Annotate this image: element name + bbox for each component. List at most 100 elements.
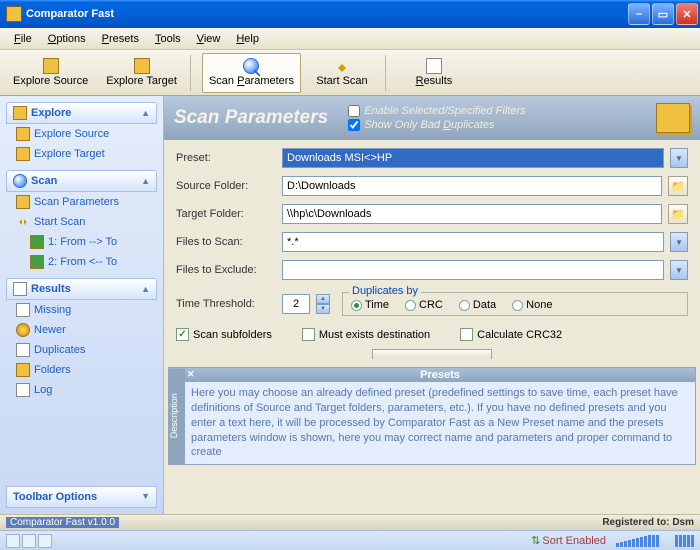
sidebar-item-missing[interactable]: Missing [6, 300, 157, 320]
folder-icon [16, 147, 30, 161]
files-excl-label: Files to Exclude: [176, 264, 276, 276]
dup-crc-radio[interactable]: CRC [405, 299, 443, 311]
toolbar-options-button[interactable]: Toolbar Options▼ [6, 486, 157, 508]
chevron-up-icon: ▲ [141, 176, 150, 186]
progress-bars-icon [616, 535, 659, 547]
sidebar-item-scan-params[interactable]: Scan Parameters [6, 192, 157, 212]
panel-header: Scan Parameters Enable Selected/Specifie… [164, 96, 700, 140]
dup-time-radio[interactable]: Time [351, 299, 389, 311]
sidebar-item-folders[interactable]: Folders [6, 360, 157, 380]
close-button[interactable]: ✕ [676, 3, 698, 25]
maximize-button[interactable]: ▭ [652, 3, 674, 25]
window-title: Comparator Fast [26, 8, 628, 20]
time-threshold-input[interactable] [282, 294, 310, 314]
folder-icon [16, 363, 30, 377]
dup-none-radio[interactable]: None [512, 299, 552, 311]
files-exclude-dropdown[interactable]: ▼ [670, 260, 688, 280]
document-icon [13, 282, 27, 296]
must-exist-checkbox[interactable]: Must exists destination [302, 328, 430, 341]
menu-options[interactable]: Options [40, 31, 94, 47]
expand-dropdown[interactable] [372, 349, 492, 359]
files-scan-label: Files to Scan: [176, 236, 276, 248]
log-icon [16, 383, 30, 397]
target-folder-input[interactable]: \\hp\c\Downloads [282, 204, 662, 224]
arrow-left-icon [30, 255, 44, 269]
enable-filters-checkbox[interactable]: Enable Selected/Specified Filters [348, 105, 525, 117]
toolbar-separator [385, 55, 391, 91]
files-exclude-input[interactable] [282, 260, 664, 280]
desc-close-icon[interactable]: ✕ [187, 369, 195, 380]
tray-button[interactable] [22, 534, 36, 548]
chevron-up-icon: ▲ [141, 108, 150, 118]
time-threshold-spinner[interactable]: ▲▼ [316, 294, 330, 314]
magnifier-icon [243, 58, 259, 74]
duplicates-by-group: Duplicates by Time CRC Data None [342, 292, 688, 316]
app-icon [6, 6, 22, 22]
explore-source-button[interactable]: Explore Source [6, 53, 95, 93]
explore-target-button[interactable]: Explore Target [99, 53, 184, 93]
source-browse-button[interactable]: 📁 [668, 176, 688, 196]
folder-icon [13, 106, 27, 120]
folders-icon [656, 103, 690, 133]
sidebar-item-duplicates[interactable]: Duplicates [6, 340, 157, 360]
minimize-button[interactable]: – [628, 3, 650, 25]
scan-parameters-button[interactable]: Scan Parameters [202, 53, 301, 93]
sidebar-item-start-scan[interactable]: Start Scan [6, 212, 157, 232]
sidebar-item-from-back[interactable]: 2: From <-- To [6, 252, 157, 272]
tray-button[interactable] [6, 534, 20, 548]
document-icon [16, 303, 30, 317]
folder-icon [16, 195, 30, 209]
calc-crc-checkbox[interactable]: Calculate CRC32 [460, 328, 562, 341]
dup-data-radio[interactable]: Data [459, 299, 496, 311]
copies-icon [16, 343, 30, 357]
source-folder-input[interactable]: D:\Downloads [282, 176, 662, 196]
chevron-down-icon: ▼ [141, 491, 150, 503]
arrow-right-icon [30, 235, 44, 249]
description-header: ✕Presets [185, 368, 695, 382]
sidebar-item-from-to[interactable]: 1: From --> To [6, 232, 157, 252]
preset-label: Preset: [176, 152, 276, 164]
source-label: Source Folder: [176, 180, 276, 192]
target-browse-button[interactable]: 📁 [668, 204, 688, 224]
sidebar-item-explore-target[interactable]: Explore Target [6, 144, 157, 164]
duplicates-legend: Duplicates by [349, 285, 421, 297]
sort-enabled-toggle[interactable]: ⇅Sort Enabled [531, 534, 606, 547]
clock-icon [16, 323, 30, 337]
description-tab: Description [169, 368, 185, 464]
folder-icon [16, 127, 30, 141]
folder-icon [134, 58, 150, 74]
menu-presets[interactable]: Presets [94, 31, 147, 47]
sidebar-head-explore[interactable]: Explore▲ [6, 102, 157, 124]
start-scan-button[interactable]: Start Scan [305, 53, 379, 93]
sidebar-head-scan[interactable]: Scan▲ [6, 170, 157, 192]
sidebar-item-log[interactable]: Log [6, 380, 157, 400]
magnifier-icon [13, 174, 27, 188]
menu-view[interactable]: View [189, 31, 229, 47]
arrows-icon [334, 58, 350, 74]
status-version: Comparator Fast v1.0.0 [6, 517, 119, 528]
sidebar: Explore▲ Explore Source Explore Target S… [0, 96, 164, 514]
sidebar-item-newer[interactable]: Newer [6, 320, 157, 340]
menu-tools[interactable]: Tools [147, 31, 189, 47]
results-icon [426, 58, 442, 74]
menu-help[interactable]: Help [228, 31, 267, 47]
preset-combobox[interactable]: Downloads MSI<>HP [282, 148, 664, 168]
sidebar-head-results[interactable]: Results▲ [6, 278, 157, 300]
tray-button[interactable] [38, 534, 52, 548]
menu-bar: File Options Presets Tools View Help [0, 28, 700, 50]
menu-file[interactable]: File [6, 31, 40, 47]
results-button[interactable]: Results [397, 53, 471, 93]
files-scan-input[interactable]: *.* [282, 232, 664, 252]
scan-subfolders-checkbox[interactable]: ✓Scan subfolders [176, 328, 272, 341]
folder-icon [43, 58, 59, 74]
time-threshold-label: Time Threshold: [176, 298, 276, 310]
preset-dropdown-button[interactable]: ▼ [670, 148, 688, 168]
title-bar: Comparator Fast – ▭ ✕ [0, 0, 700, 28]
toolbar: Explore Source Explore Target Scan Param… [0, 50, 700, 96]
status-bar: Comparator Fast v1.0.0 Registered to: Ds… [0, 514, 700, 530]
target-label: Target Folder: [176, 208, 276, 220]
show-bad-checkbox[interactable]: Show Only Bad Duplicates [348, 119, 525, 131]
files-scan-dropdown[interactable]: ▼ [670, 232, 688, 252]
toolbar-separator [190, 55, 196, 91]
sidebar-item-explore-source[interactable]: Explore Source [6, 124, 157, 144]
